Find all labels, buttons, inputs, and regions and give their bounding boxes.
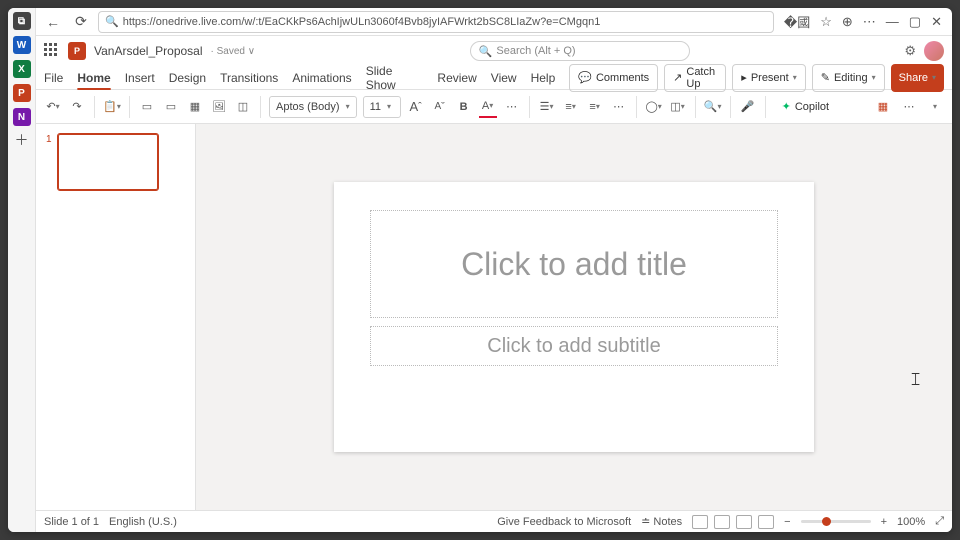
copilot-button[interactable]: ✦ Copilot xyxy=(774,99,837,114)
more-commands-button[interactable]: ⋯ xyxy=(900,96,918,118)
ribbon: ↶▾ ↷ 📋▾ ▭ ▭ ▦ 🖼 ◫ Aptos (Body)▾ 11▾ Aˆ A… xyxy=(36,90,952,124)
comments-button[interactable]: 💬 Comments xyxy=(569,64,658,92)
new-slide-button[interactable]: ▭ xyxy=(138,96,156,118)
slideshow-view-button[interactable] xyxy=(758,515,774,529)
decrease-font-button[interactable]: Aˇ xyxy=(431,96,449,118)
maximize-button[interactable]: ▢ xyxy=(909,14,921,30)
dictate-button[interactable]: 🎤 xyxy=(739,96,757,118)
title-bar: P VanArsdel_Proposal · Saved ∨ 🔍 Search … xyxy=(36,36,952,66)
editing-button[interactable]: ✎ Editing ▾ xyxy=(812,64,885,92)
find-button[interactable]: 🔍▾ xyxy=(704,96,722,118)
document-name[interactable]: VanArsdel_Proposal xyxy=(94,44,203,58)
tab-review[interactable]: Review xyxy=(437,71,476,85)
read-aloud-icon[interactable]: �國 xyxy=(784,12,810,31)
slide-thumbnails-pane[interactable]: 1 xyxy=(36,124,196,510)
onenote-icon[interactable]: N xyxy=(13,108,31,126)
app-strip: ⧉ W X P N ＋ xyxy=(8,8,36,532)
arrange-button[interactable]: ◫▾ xyxy=(669,96,687,118)
bullets-button[interactable]: ☰▾ xyxy=(538,96,556,118)
minimize-button[interactable]: — xyxy=(886,14,899,29)
reading-view-button[interactable] xyxy=(736,515,752,529)
language-status[interactable]: English (U.S.) xyxy=(109,516,177,528)
favorite-icon[interactable]: ☆ xyxy=(820,14,832,30)
status-bar: Slide 1 of 1 English (U.S.) Give Feedbac… xyxy=(36,510,952,532)
numbering-button[interactable]: ≡▾ xyxy=(562,96,580,118)
share-button[interactable]: Share ▾ xyxy=(891,64,944,92)
word-icon[interactable]: W xyxy=(13,36,31,54)
collections-icon[interactable]: ⊕ xyxy=(842,14,853,30)
tab-home[interactable]: Home xyxy=(77,71,110,85)
font-color-button[interactable]: A▾ xyxy=(479,96,497,118)
normal-view-button[interactable] xyxy=(692,515,708,529)
fit-to-window-button[interactable]: ⤢ xyxy=(935,515,944,528)
url-bar[interactable]: 🔍 https://onedrive.live.com/w/:t/EaCKkPs… xyxy=(98,11,774,33)
tab-file[interactable]: File xyxy=(44,71,63,85)
app-launcher-icon[interactable] xyxy=(44,43,60,59)
lock-icon: 🔍 xyxy=(105,15,119,28)
bold-button[interactable]: B xyxy=(455,96,473,118)
paste-button[interactable]: 📋▾ xyxy=(103,96,121,118)
refresh-button[interactable]: ⟳ xyxy=(70,13,92,30)
more-icon[interactable]: ⋯ xyxy=(863,14,876,30)
subtitle-placeholder[interactable]: Click to add subtitle xyxy=(370,326,778,366)
back-button[interactable]: ← xyxy=(42,14,64,30)
copy-icon[interactable]: ⧉ xyxy=(13,12,31,30)
settings-icon[interactable]: ⚙ xyxy=(904,43,916,59)
shapes-button[interactable]: ◯▾ xyxy=(645,96,663,118)
work-area: 1 Click to add title Click to add subtit… xyxy=(36,124,952,510)
font-size-select[interactable]: 11▾ xyxy=(363,96,401,118)
redo-button[interactable]: ↷ xyxy=(68,96,86,118)
zoom-in-button[interactable]: + xyxy=(881,516,887,528)
present-button[interactable]: ▸ Present ▾ xyxy=(732,64,805,92)
add-app-icon[interactable]: ＋ xyxy=(14,132,30,148)
search-placeholder: Search (Alt + Q) xyxy=(496,45,575,57)
photo-button[interactable]: 🖼 xyxy=(210,96,228,118)
tab-view[interactable]: View xyxy=(491,71,517,85)
designer-button[interactable]: ▦ xyxy=(874,96,892,118)
feedback-link[interactable]: Give Feedback to Microsoft xyxy=(497,516,631,528)
slide[interactable]: Click to add title Click to add subtitle xyxy=(334,182,814,452)
tab-animations[interactable]: Animations xyxy=(292,71,351,85)
notes-button[interactable]: ≐ Notes xyxy=(641,515,682,528)
tab-slideshow[interactable]: Slide Show xyxy=(366,64,424,92)
increase-font-button[interactable]: Aˆ xyxy=(407,96,425,118)
slide-canvas[interactable]: Click to add title Click to add subtitle… xyxy=(196,124,952,510)
thumbnail-preview[interactable] xyxy=(58,134,158,190)
table-button[interactable]: ▦ xyxy=(186,96,204,118)
search-input[interactable]: 🔍 Search (Alt + Q) xyxy=(470,41,690,61)
slide-counter[interactable]: Slide 1 of 1 xyxy=(44,516,99,528)
zoom-out-button[interactable]: − xyxy=(784,516,790,528)
avatar[interactable] xyxy=(924,41,944,61)
more-para-button[interactable]: ⋯ xyxy=(610,96,628,118)
tab-insert[interactable]: Insert xyxy=(125,71,155,85)
powerpoint-icon[interactable]: P xyxy=(13,84,31,102)
font-name-select[interactable]: Aptos (Body)▾ xyxy=(269,96,357,118)
slide-number: 1 xyxy=(46,134,52,190)
draw-button[interactable]: ◫ xyxy=(234,96,252,118)
zoom-slider[interactable] xyxy=(801,520,871,523)
excel-icon[interactable]: X xyxy=(13,60,31,78)
collapse-ribbon-button[interactable]: ▾ xyxy=(926,96,944,118)
ribbon-tabs: File Home Insert Design Transitions Anim… xyxy=(36,66,952,90)
tab-transitions[interactable]: Transitions xyxy=(220,71,278,85)
search-icon: 🔍 xyxy=(479,45,493,58)
text-cursor-icon: 𝙸 xyxy=(909,369,922,390)
url-text: https://onedrive.live.com/w/:t/EaCKkPs6A… xyxy=(123,16,601,28)
close-button[interactable]: ✕ xyxy=(931,14,942,30)
zoom-level[interactable]: 100% xyxy=(897,516,925,528)
browser-bar: ← ⟳ 🔍 https://onedrive.live.com/w/:t/EaC… xyxy=(36,8,952,36)
thumbnail-1[interactable]: 1 xyxy=(46,134,185,190)
more-font-button[interactable]: ⋯ xyxy=(503,96,521,118)
undo-button[interactable]: ↶▾ xyxy=(44,96,62,118)
tab-help[interactable]: Help xyxy=(531,71,556,85)
layout-button[interactable]: ▭ xyxy=(162,96,180,118)
catch-up-button[interactable]: ↗ Catch Up xyxy=(664,64,726,92)
powerpoint-logo-icon: P xyxy=(68,42,86,60)
tab-design[interactable]: Design xyxy=(169,71,206,85)
align-button[interactable]: ≡▾ xyxy=(586,96,604,118)
save-status[interactable]: · Saved ∨ xyxy=(211,46,256,57)
title-placeholder[interactable]: Click to add title xyxy=(370,210,778,318)
sorter-view-button[interactable] xyxy=(714,515,730,529)
